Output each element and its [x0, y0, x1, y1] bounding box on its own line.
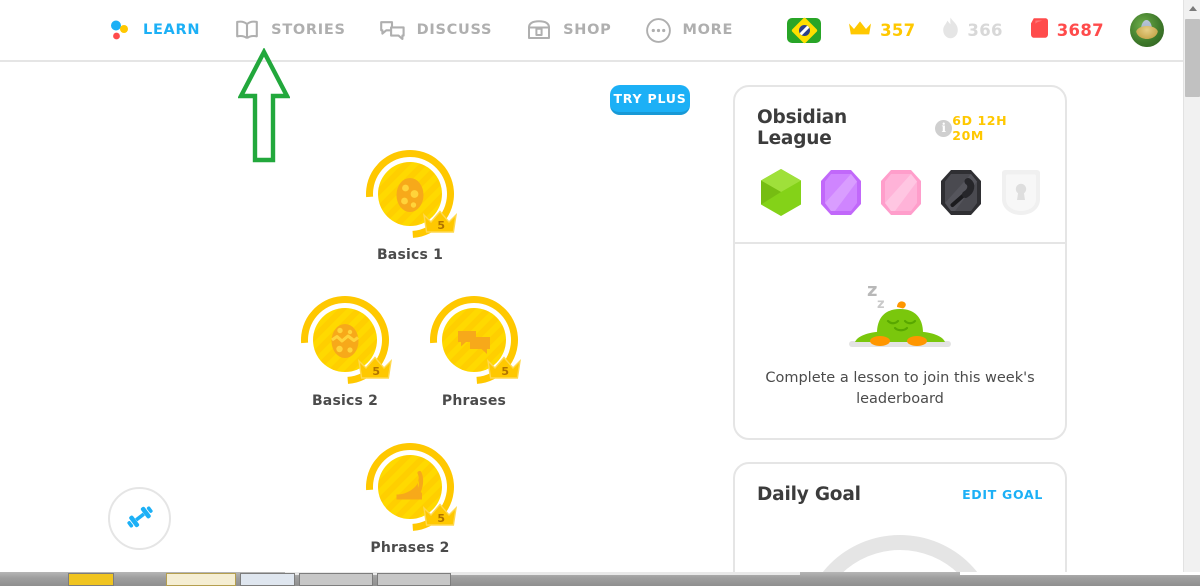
league-empty-message: Complete a lesson to join this week's le… — [765, 370, 1035, 407]
speech-bubbles-icon — [378, 17, 408, 43]
book-icon — [232, 17, 262, 43]
header-stats: 357 366 3687 — [787, 13, 1164, 47]
language-flag-button[interactable] — [787, 16, 822, 44]
edit-goal-button[interactable]: EDIT GOAL — [962, 487, 1043, 502]
gems-stat[interactable]: 3687 — [1029, 16, 1104, 44]
info-icon[interactable]: i — [935, 119, 953, 137]
nav-label-more: MORE — [682, 22, 734, 38]
os-taskbar — [0, 572, 1200, 586]
taskbar-item[interactable] — [166, 573, 236, 586]
skill-progress-ring: 5 — [347, 424, 473, 550]
skill-basics-1[interactable]: 5 Basics 1 — [347, 131, 473, 263]
duolingo-logo-icon — [104, 17, 134, 43]
page-scrollbar[interactable] — [1183, 0, 1200, 586]
crown-level-value: 5 — [437, 219, 445, 232]
crown-value: 357 — [880, 20, 916, 40]
nav-item-shop[interactable]: SHOP — [524, 10, 611, 50]
brazil-flag-icon — [787, 16, 822, 44]
scrollbar-thumb[interactable] — [1185, 19, 1200, 97]
skill-phrases[interactable]: 5 Phrases — [411, 277, 537, 409]
treasure-chest-icon — [524, 17, 554, 43]
skill-label: Phrases — [441, 393, 507, 409]
nav-label-stories: STORIES — [271, 22, 346, 38]
league-card-header: Obsidian League i 6D 12H 20M — [735, 87, 1065, 165]
amethyst-league-badge[interactable] — [817, 165, 865, 220]
skill-phrases-2[interactable]: 5 Phrases 2 — [347, 424, 473, 556]
taskbar-item[interactable] — [240, 573, 295, 586]
right-sidebar: Obsidian League i 6D 12H 20M z z Complet… — [733, 85, 1067, 586]
daily-goal-card: Daily Goal EDIT GOAL 0/10 — [733, 462, 1067, 586]
crown-level-value: 5 — [372, 365, 380, 378]
taskbar-item[interactable] — [299, 573, 373, 586]
dumbbell-icon — [123, 500, 157, 538]
league-empty-state: z z Complete a lesson to join this week'… — [735, 244, 1065, 438]
locked-league-badge[interactable] — [997, 165, 1045, 220]
nav-item-stories[interactable]: STORIES — [232, 10, 345, 50]
practice-dumbbell-button[interactable] — [108, 487, 171, 550]
streak-value: 366 — [967, 20, 1003, 40]
streak-stat[interactable]: 366 — [941, 16, 1002, 44]
avatar[interactable] — [1129, 13, 1164, 47]
nav-label-learn: LEARN — [143, 22, 201, 38]
nav-item-discuss[interactable]: DISCUSS — [378, 10, 492, 50]
skill-progress-ring: 5 — [347, 131, 473, 257]
skill-label: Basics 2 — [311, 393, 379, 409]
nav-label-shop: SHOP — [563, 22, 612, 38]
jade-league-badge[interactable] — [757, 165, 805, 220]
svg-text:z: z — [877, 297, 885, 312]
taskbar-item[interactable] — [377, 573, 451, 586]
daily-goal-header: Daily Goal EDIT GOAL — [735, 464, 1065, 521]
gem-value: 3687 — [1056, 20, 1104, 40]
obsidian-league-badge[interactable] — [937, 165, 985, 220]
crown-icon — [847, 18, 873, 42]
skill-label: Basics 1 — [376, 247, 444, 263]
ellipsis-icon — [643, 17, 673, 43]
svg-text:z: z — [867, 280, 877, 301]
main-nav: LEARN STORIES DISCUSS SHOP MORE — [104, 10, 765, 50]
pearl-league-badge[interactable] — [877, 165, 925, 220]
skill-progress-ring: 5 — [411, 277, 537, 403]
crown-level-value: 5 — [501, 365, 509, 378]
crown-level-value: 5 — [437, 512, 445, 525]
duolingo-learn-page: LEARN STORIES DISCUSS SHOP MORE 357 366 … — [0, 0, 1200, 586]
scroll-up-arrow-icon[interactable] — [1184, 0, 1200, 17]
top-navigation-bar: LEARN STORIES DISCUSS SHOP MORE 357 366 … — [0, 0, 1183, 62]
league-timer: 6D 12H 20M — [952, 113, 1008, 143]
crown-stat[interactable]: 357 — [847, 18, 915, 42]
league-card: Obsidian League i 6D 12H 20M z z Complet… — [733, 85, 1067, 440]
daily-goal-title: Daily Goal — [757, 484, 861, 505]
skill-basics-2[interactable]: 5 Basics 2 — [282, 277, 408, 409]
nav-item-more[interactable]: MORE — [643, 10, 733, 50]
skill-progress-ring: 5 — [282, 277, 408, 403]
nav-item-learn[interactable]: LEARN — [104, 10, 200, 50]
sleeping-duo-icon: z z — [825, 276, 975, 354]
gem-icon — [1029, 16, 1050, 44]
taskbar-item[interactable] — [68, 573, 114, 586]
nav-label-discuss: DISCUSS — [416, 22, 493, 38]
league-badges-row — [735, 165, 1065, 242]
flame-icon — [941, 16, 960, 44]
league-title: Obsidian League — [757, 107, 847, 149]
taskbar-white-strip — [960, 572, 1200, 575]
skill-label: Phrases 2 — [370, 540, 450, 556]
